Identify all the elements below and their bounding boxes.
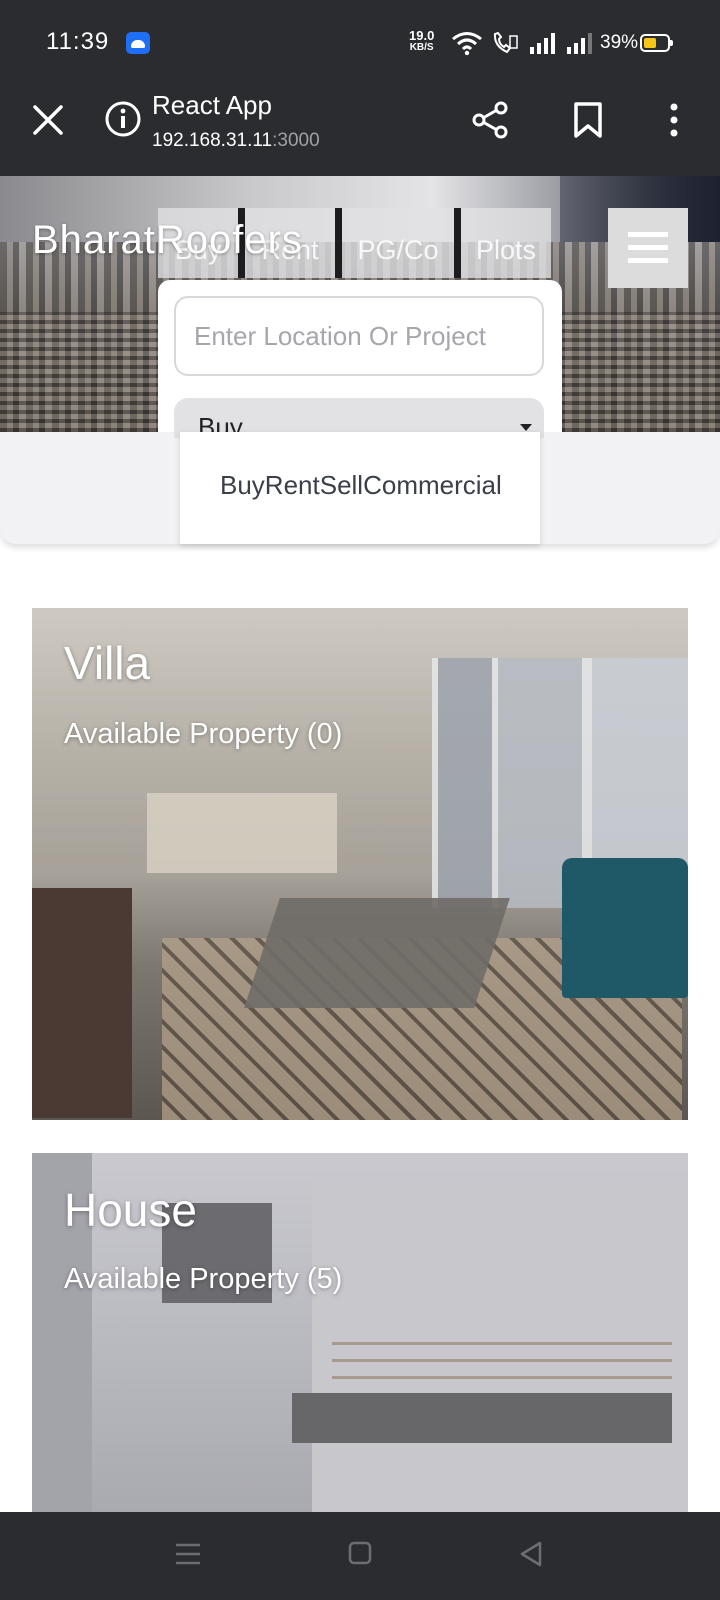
status-bar: 11:39 19.0 KB/S 39% bbox=[0, 0, 720, 88]
bookmark-icon[interactable] bbox=[570, 100, 606, 140]
hamburger-icon-bar bbox=[628, 258, 668, 263]
sofa-image bbox=[32, 888, 132, 1118]
category-card-house[interactable]: House Available Property (5) bbox=[32, 1153, 688, 1513]
page-url[interactable]: 192.168.31.11:3000 bbox=[152, 130, 320, 152]
listing-type-dropdown[interactable]: BuyRentSellCommercial bbox=[180, 432, 540, 544]
coffee-table-image bbox=[244, 898, 510, 1008]
battery-icon bbox=[640, 34, 673, 52]
house-railing-image bbox=[332, 1333, 672, 1393]
close-icon[interactable] bbox=[30, 102, 66, 138]
hamburger-menu-button[interactable] bbox=[608, 208, 688, 288]
battery-percent: 39% bbox=[600, 32, 639, 53]
location-search-input[interactable]: Enter Location Or Project bbox=[174, 296, 544, 376]
signal-icon bbox=[530, 33, 555, 54]
clock: 11:39 bbox=[46, 28, 110, 55]
network-speed-value: 19.0 bbox=[409, 28, 435, 43]
dropdown-options[interactable]: BuyRentSellCommercial bbox=[220, 470, 502, 501]
volte-call-icon bbox=[493, 31, 518, 54]
search-card: Enter Location Or Project Buy bbox=[158, 280, 562, 438]
chevron-down-icon bbox=[520, 424, 532, 431]
card-title: Villa bbox=[64, 637, 151, 689]
card-title: House bbox=[64, 1184, 197, 1236]
armchair-image bbox=[562, 858, 688, 998]
house-balcony-image bbox=[292, 1393, 672, 1443]
brand-logo-text[interactable]: BharatRoofers bbox=[32, 218, 303, 263]
category-card-villa[interactable]: Villa Available Property (0) bbox=[32, 608, 688, 1120]
tab-divider bbox=[335, 208, 342, 278]
url-host: 192.168.31.11 bbox=[152, 130, 273, 151]
page-title: React App bbox=[152, 90, 272, 120]
network-speed: 19.0 KB/S bbox=[409, 28, 435, 54]
android-notification-icon bbox=[126, 32, 150, 54]
recent-apps-icon[interactable] bbox=[174, 1542, 202, 1566]
card-subtitle: Available Property (0) bbox=[64, 718, 343, 750]
info-icon[interactable] bbox=[104, 100, 142, 138]
tab-pg-co[interactable]: PG/Co bbox=[342, 208, 454, 278]
more-vert-icon[interactable] bbox=[656, 100, 692, 140]
hamburger-icon-bar bbox=[628, 245, 668, 250]
home-icon[interactable] bbox=[348, 1541, 372, 1565]
share-icon[interactable] bbox=[470, 100, 510, 140]
card-subtitle: Available Property (5) bbox=[64, 1263, 343, 1295]
dining-area-image bbox=[147, 793, 337, 873]
signal-icon bbox=[567, 33, 592, 54]
hamburger-icon bbox=[628, 232, 668, 237]
back-icon[interactable] bbox=[518, 1540, 544, 1568]
tab-plots[interactable]: Plots bbox=[461, 208, 551, 278]
tab-divider bbox=[454, 208, 461, 278]
wifi-icon bbox=[452, 32, 482, 56]
network-speed-unit: KB/S bbox=[409, 42, 434, 53]
url-port: :3000 bbox=[272, 130, 320, 151]
